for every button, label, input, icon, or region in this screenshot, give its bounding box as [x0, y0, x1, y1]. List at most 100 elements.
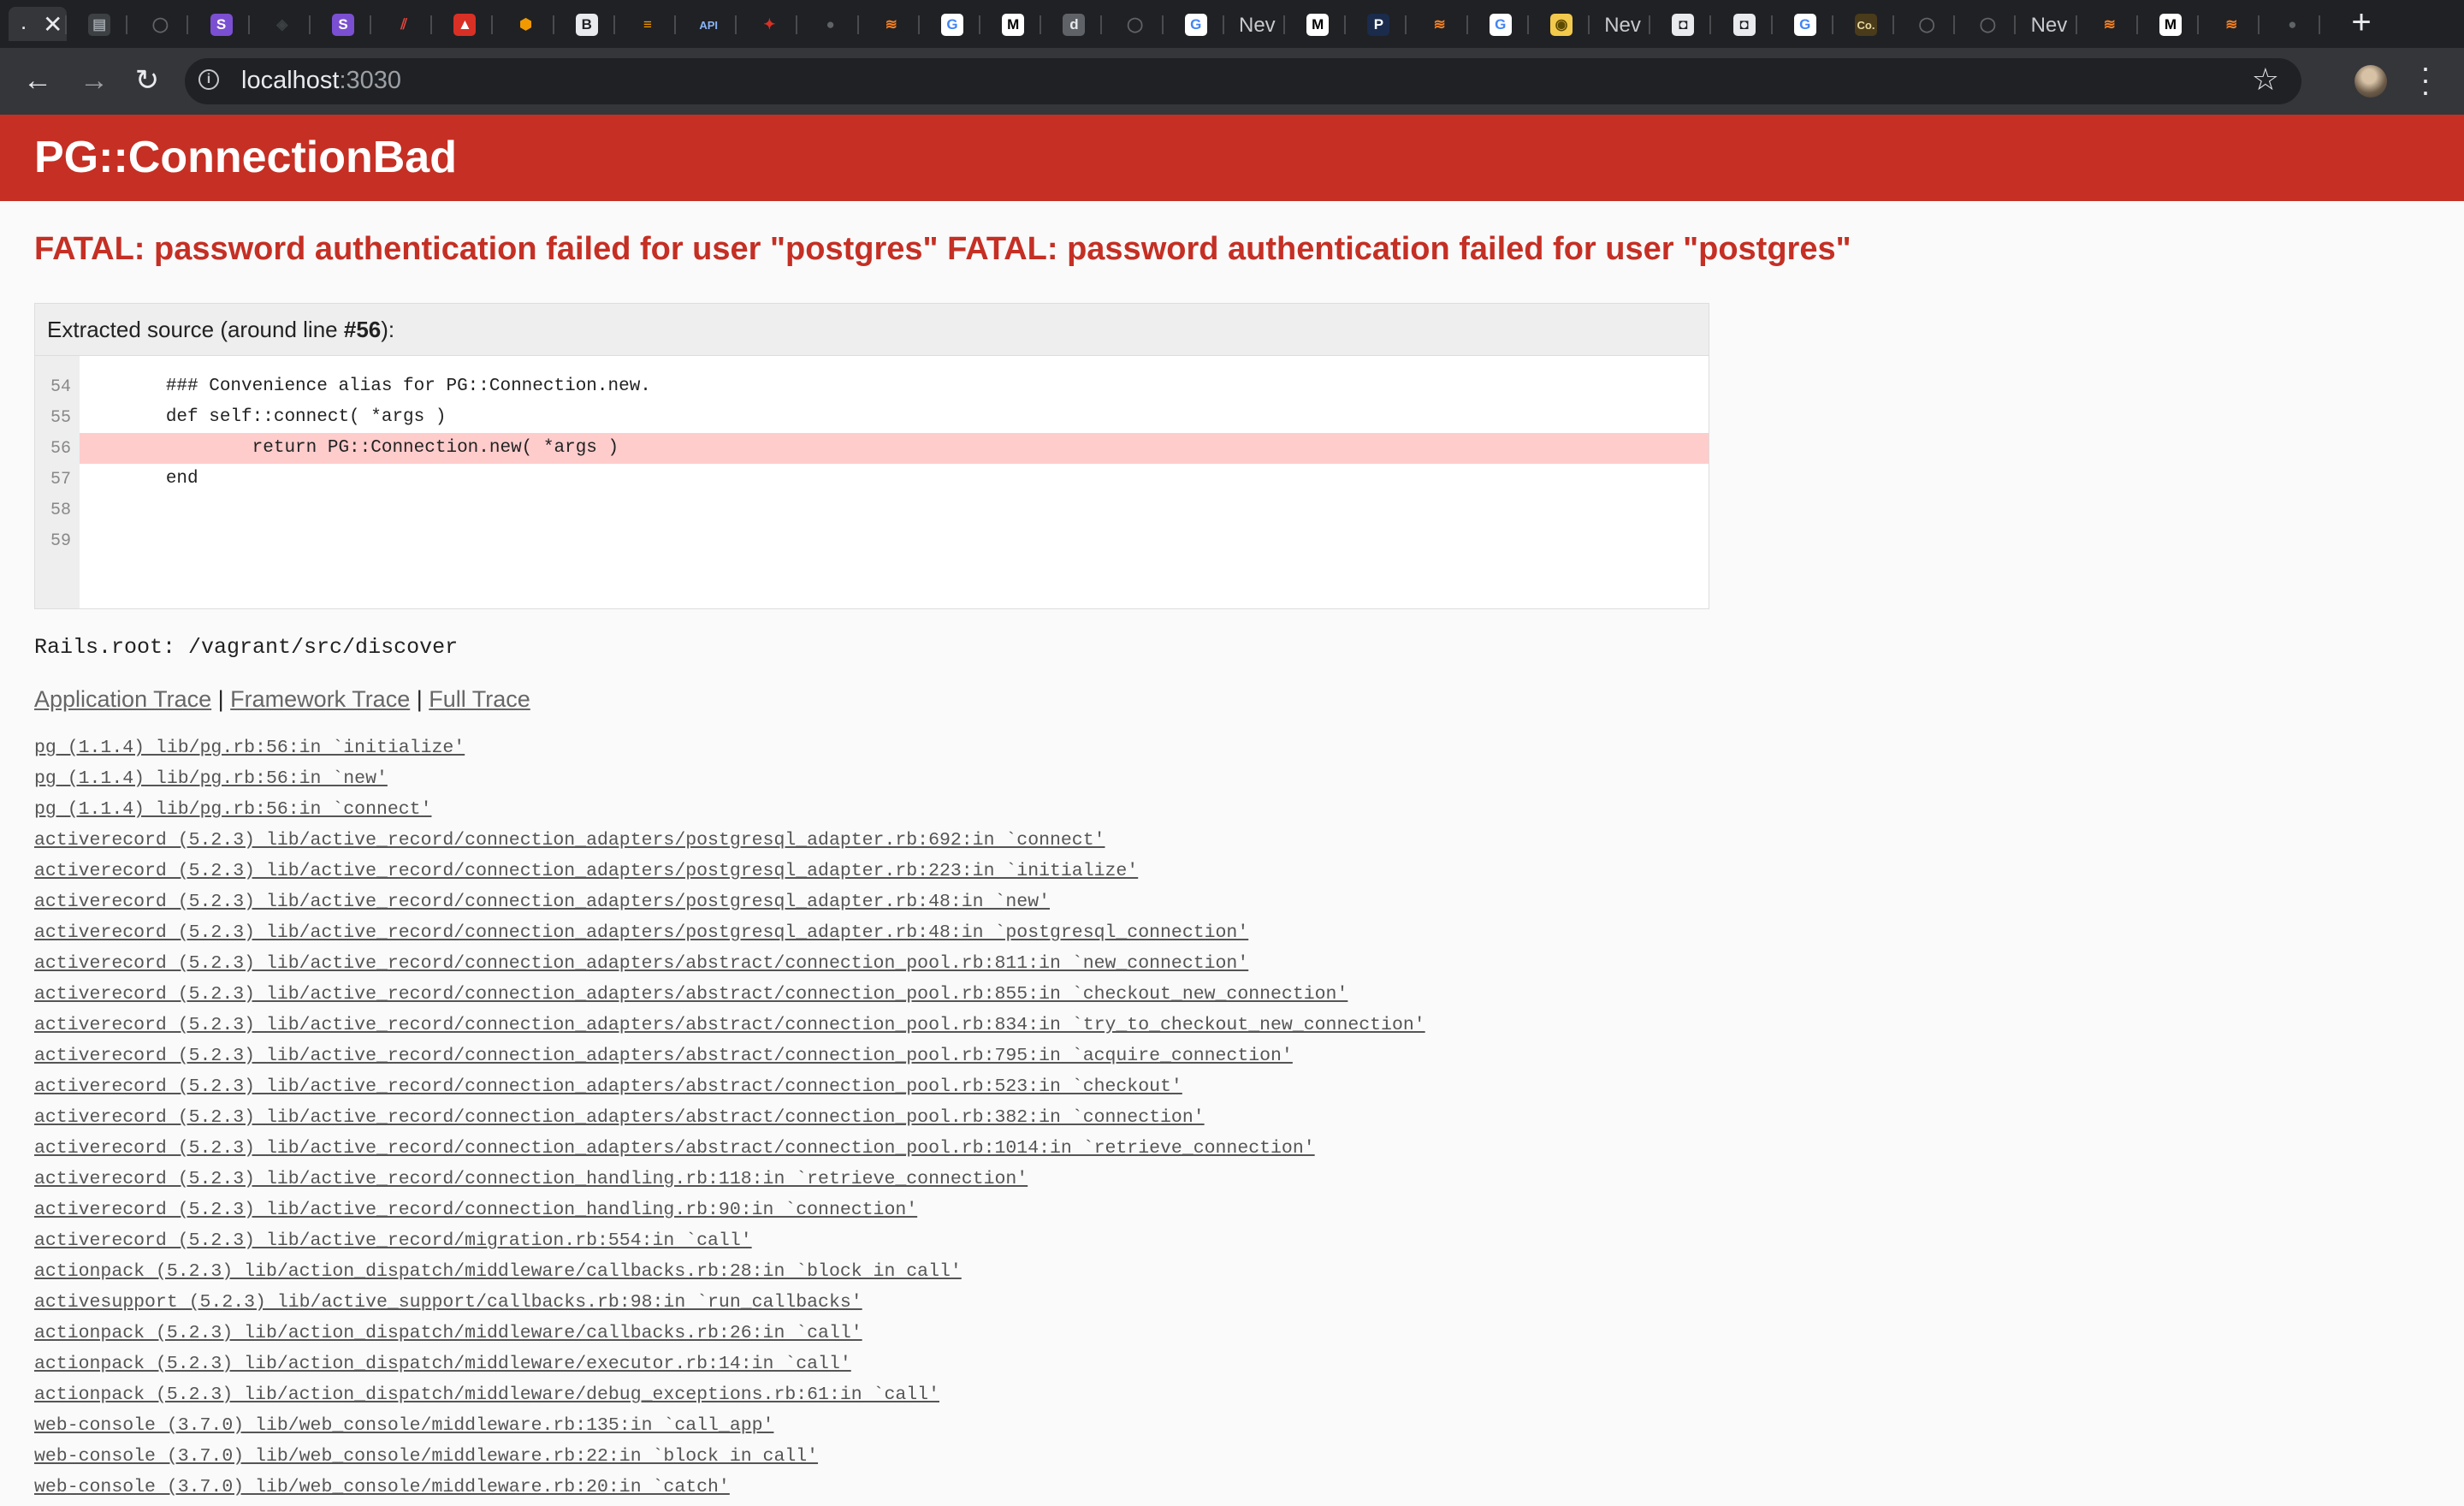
browser-tab[interactable]: ◘: [1715, 7, 1773, 41]
browser-tab[interactable]: ▲: [435, 7, 494, 41]
trace-frame-link[interactable]: actionpack (5.2.3) lib/action_dispatch/m…: [34, 1261, 962, 1282]
browser-tab[interactable]: ◯: [1897, 7, 1956, 41]
tab-title: Nev: [1239, 14, 1276, 37]
browser-tab[interactable]: P: [1348, 7, 1407, 41]
back-arrow-icon[interactable]: ←: [21, 63, 55, 98]
profile-avatar[interactable]: [2354, 65, 2387, 98]
browser-tab[interactable]: ◈: [252, 7, 311, 41]
forward-arrow-icon[interactable]: →: [77, 63, 111, 98]
browser-tab[interactable]: ●: [801, 7, 859, 41]
browser-tab[interactable]: M: [983, 7, 1042, 41]
browser-tab[interactable]: ◯: [1105, 7, 1164, 41]
tab-separator: [370, 15, 371, 34]
trace-frame-link[interactable]: web-console (3.7.0) lib/web_console/midd…: [34, 1415, 773, 1436]
browser-tab[interactable]: M: [1288, 7, 1347, 41]
trace-frame-link[interactable]: activerecord (5.2.3) lib/active_record/c…: [34, 1015, 1425, 1035]
browser-tab[interactable]: ▤: [69, 7, 128, 41]
tab-separator: [613, 15, 615, 34]
info-icon[interactable]: i: [198, 69, 219, 90]
url-text[interactable]: localhost:3030: [241, 67, 401, 95]
trace-frame-link[interactable]: web-console (3.7.0) lib/web_console/midd…: [34, 1477, 730, 1497]
trace-frame-link[interactable]: activerecord (5.2.3) lib/active_record/c…: [34, 1200, 917, 1220]
reload-icon[interactable]: ↻: [130, 63, 164, 98]
api-icon: API: [697, 14, 720, 36]
trace-frame-link[interactable]: activerecord (5.2.3) lib/active_record/c…: [34, 984, 1348, 1005]
trace-frame-link[interactable]: actionpack (5.2.3) lib/action_dispatch/m…: [34, 1323, 862, 1343]
browser-tab[interactable]: G: [922, 7, 980, 41]
trace-frame-link[interactable]: activerecord (5.2.3) lib/active_record/c…: [34, 830, 1105, 851]
url-host: localhost: [241, 67, 340, 94]
trace-frame-link[interactable]: pg (1.1.4) lib/pg.rb:56:in `connect': [34, 799, 431, 820]
tab-separator: [552, 15, 554, 34]
close-icon[interactable]: ✕: [43, 10, 62, 39]
tab-separator: [1649, 15, 1651, 34]
trace-separator: |: [416, 686, 423, 712]
new-tab-plus-icon[interactable]: +: [2344, 3, 2378, 42]
framework-trace-link[interactable]: Framework Trace: [230, 686, 410, 712]
tab-separator: [1526, 15, 1529, 34]
bookmark-star-icon[interactable]: ☆: [2252, 62, 2279, 98]
trace-frame-link[interactable]: activerecord (5.2.3) lib/active_record/c…: [34, 892, 1050, 912]
trace-frame-link[interactable]: actionpack (5.2.3) lib/action_dispatch/m…: [34, 1384, 939, 1405]
tab-separator: [1222, 15, 1224, 34]
trace-frame-link[interactable]: web-console (3.7.0) lib/web_console/midd…: [34, 1446, 818, 1467]
browser-tab[interactable]: ◯: [1958, 7, 2017, 41]
kebab-menu-icon[interactable]: · · ·: [2413, 52, 2438, 107]
trace-frame-link[interactable]: activerecord (5.2.3) lib/active_record/c…: [34, 1076, 1182, 1097]
browser-tab[interactable]: ✦: [739, 7, 798, 41]
browser-tab[interactable]: G: [1166, 7, 1224, 41]
browser-tab[interactable]: Nev: [1592, 7, 1651, 41]
browser-tab[interactable]: Co.: [1836, 7, 1894, 41]
trace-frame-link[interactable]: activerecord (5.2.3) lib/active_record/c…: [34, 861, 1138, 881]
browser-tab[interactable]: ●: [2262, 7, 2321, 41]
browser-tab[interactable]: d: [1044, 7, 1103, 41]
browser-tab[interactable]: ≡: [618, 7, 676, 41]
browser-tab[interactable]: ◯: [130, 7, 189, 41]
trace-frame-link[interactable]: activerecord (5.2.3) lib/active_record/c…: [34, 1138, 1315, 1159]
trace-frame-link[interactable]: activerecord (5.2.3) lib/active_record/c…: [34, 922, 1248, 943]
browser-tab[interactable]: S: [192, 7, 250, 41]
browser-tab[interactable]: . ✕: [9, 7, 67, 41]
line-number: 54: [50, 377, 71, 397]
url-port: :3030: [339, 67, 402, 94]
tab-separator: [979, 15, 980, 34]
browser-tab[interactable]: ◉: [1531, 7, 1590, 41]
browser-tab[interactable]: Nev: [1227, 7, 1285, 41]
trace-frame-link[interactable]: activesupport (5.2.3) lib/active_support…: [34, 1292, 862, 1313]
browser-tab[interactable]: G: [1471, 7, 1529, 41]
sketch-icon: ◈: [270, 14, 293, 36]
tab-separator: [2197, 15, 2199, 34]
trace-frame-link[interactable]: activerecord (5.2.3) lib/active_record/m…: [34, 1230, 752, 1251]
doc-icon: ▤: [88, 14, 111, 36]
tab-separator: [430, 15, 433, 34]
full-trace-link[interactable]: Full Trace: [429, 686, 530, 712]
medium-icon: M: [2159, 14, 2182, 36]
browser-tab[interactable]: S: [313, 7, 371, 41]
browser-tab[interactable]: G: [1775, 7, 1833, 41]
application-trace-link[interactable]: Application Trace: [34, 686, 211, 712]
browser-tab[interactable]: ⫽: [374, 7, 433, 41]
browser-tab[interactable]: ◘: [1653, 7, 1712, 41]
address-bar[interactable]: i localhost:3030 ☆: [185, 58, 2301, 104]
trace-frame-link[interactable]: actionpack (5.2.3) lib/action_dispatch/m…: [34, 1354, 851, 1374]
trace-frame-link[interactable]: pg (1.1.4) lib/pg.rb:56:in `initialize': [34, 738, 465, 758]
trace-frame-link[interactable]: pg (1.1.4) lib/pg.rb:56:in `new': [34, 768, 388, 789]
browser-tab[interactable]: Nev: [2019, 7, 2077, 41]
browser-tab[interactable]: API: [678, 7, 737, 41]
trace-frame-link[interactable]: activerecord (5.2.3) lib/active_record/c…: [34, 1046, 1293, 1066]
tab-separator: [1953, 15, 1956, 34]
browser-tab[interactable]: B: [557, 7, 615, 41]
browser-tab[interactable]: ≋: [2201, 7, 2260, 41]
source-header-prefix: Extracted source (around line: [47, 317, 344, 342]
trace-frame-link[interactable]: activerecord (5.2.3) lib/active_record/c…: [34, 1107, 1205, 1128]
browser-tab[interactable]: ≋: [1410, 7, 1468, 41]
trace-frame-link[interactable]: activerecord (5.2.3) lib/active_record/c…: [34, 1169, 1028, 1189]
medium-icon: M: [1306, 14, 1330, 36]
browser-tab[interactable]: ≋: [862, 7, 920, 41]
browser-tab[interactable]: ⬢: [496, 7, 554, 41]
browser-tab[interactable]: ≋: [2080, 7, 2138, 41]
trace-frame-link[interactable]: activerecord (5.2.3) lib/active_record/c…: [34, 953, 1248, 974]
error-message: FATAL: password authentication failed fo…: [34, 231, 1851, 267]
browser-tab[interactable]: M: [2141, 7, 2199, 41]
